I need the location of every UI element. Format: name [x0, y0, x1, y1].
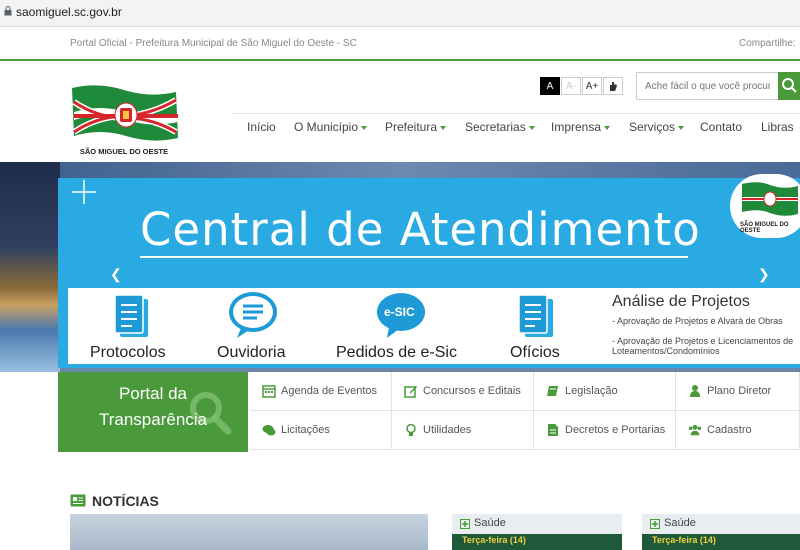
newspaper-icon: [70, 494, 86, 507]
protocol-document-icon[interactable]: [112, 293, 152, 341]
link-cadastro[interactable]: Cadastro: [676, 411, 800, 450]
slider-next-arrow[interactable]: ❯: [758, 266, 770, 283]
nav-contato[interactable]: Contato: [700, 120, 742, 134]
news-section-title: NOTÍCIAS: [92, 493, 159, 509]
calendar-icon: [262, 385, 276, 398]
city-flag-small-icon: [742, 182, 798, 216]
nav-servicos[interactable]: Serviços: [629, 120, 685, 134]
link-concursos-editais[interactable]: Concursos e Editais: [392, 372, 534, 411]
users-icon: [688, 424, 702, 436]
plus-decoration-icon: [72, 180, 96, 204]
link-utilidades[interactable]: Utilidades: [392, 411, 534, 450]
increase-font-button[interactable]: A+: [582, 77, 602, 95]
link-decretos-portarias[interactable]: Decretos e Portarias: [534, 411, 676, 450]
city-flag-logo[interactable]: [68, 82, 180, 157]
chevron-down-icon: [361, 125, 368, 130]
service-ouvidoria[interactable]: Ouvidoria: [217, 344, 285, 362]
oficio-document-icon[interactable]: [515, 293, 559, 341]
slider-prev-arrow[interactable]: ❮: [110, 266, 122, 283]
speech-bubble-icon[interactable]: [227, 290, 279, 340]
search-input[interactable]: [636, 72, 778, 100]
analysis-line-2: - Aprovação de Projetos e Licenciamentos…: [612, 336, 794, 356]
transparency-line-1: Portal da: [118, 384, 188, 403]
hand-sign-icon: [610, 82, 617, 91]
edit-icon: [404, 386, 417, 398]
service-oficios[interactable]: Ofícios: [510, 344, 560, 362]
nav-secretarias[interactable]: Secretarias: [465, 120, 535, 134]
service-pedidos-esic[interactable]: Pedidos de e-Sic: [336, 344, 457, 362]
analysis-line-1: - Aprovação de Projetos e Alvará de Obra…: [612, 316, 783, 326]
news-day: Terça-feira (14): [652, 535, 716, 545]
chevron-down-icon: [678, 125, 685, 130]
book-icon: [547, 386, 558, 396]
news-card[interactable]: Saúde Terça-feira (14): [452, 514, 622, 550]
nav-o-municipio[interactable]: O Município: [294, 120, 368, 134]
news-category: Saúde: [664, 517, 696, 529]
top-info-bar: Portal Oficial - Prefeitura Municipal de…: [0, 27, 800, 61]
logo-caption: SÃO MIGUEL DO OESTE: [79, 147, 169, 156]
link-legislacao[interactable]: Legislação: [534, 372, 676, 411]
browser-address-bar[interactable]: saomiguel.sc.gov.br: [0, 0, 800, 27]
link-licitacoes[interactable]: Licitações: [250, 411, 392, 450]
headline-underline: [140, 256, 688, 258]
chevron-down-icon: [440, 125, 447, 130]
lock-icon: [4, 6, 12, 16]
link-agenda-eventos[interactable]: Agenda de Eventos: [250, 372, 392, 411]
chevron-down-icon: [528, 125, 535, 130]
esic-icon[interactable]: e-SIC: [375, 291, 427, 339]
main-nav: Início O Município Prefeitura Secretaria…: [232, 113, 800, 144]
search-button[interactable]: [778, 72, 800, 100]
news-category: Saúde: [474, 517, 506, 529]
decrease-font-button[interactable]: A-: [561, 77, 581, 95]
address-url[interactable]: saomiguel.sc.gov.br: [16, 5, 122, 19]
user-icon: [690, 385, 700, 397]
share-label[interactable]: Compartilhe:: [739, 38, 796, 49]
plus-icon: [460, 519, 470, 529]
plus-icon: [650, 519, 660, 529]
nav-prefeitura[interactable]: Prefeitura: [385, 120, 447, 134]
portal-official-text: Portal Oficial - Prefeitura Municipal de…: [70, 38, 357, 49]
libras-button[interactable]: [603, 77, 623, 95]
news-day: Terça-feira (14): [462, 535, 526, 545]
search-icon: [782, 78, 797, 93]
transparency-line-2: Transparência: [98, 410, 208, 429]
badge-caption: SÃO MIGUEL DO OESTE: [740, 222, 789, 234]
nav-inicio[interactable]: Início: [247, 120, 276, 134]
link-plano-diretor[interactable]: Plano Diretor: [676, 372, 800, 411]
document-icon: [548, 424, 558, 436]
lightbulb-icon: [406, 423, 416, 436]
high-contrast-button[interactable]: A: [540, 77, 560, 95]
service-protocolos[interactable]: Protocolos: [90, 344, 166, 362]
city-photo-strip: [0, 162, 60, 372]
nav-imprensa[interactable]: Imprensa: [551, 120, 611, 134]
analysis-title[interactable]: Análise de Projetos: [612, 293, 750, 311]
news-card[interactable]: Saúde Terça-feira (14): [642, 514, 800, 550]
nav-libras[interactable]: Libras: [761, 120, 794, 134]
news-featured-image[interactable]: [70, 514, 428, 550]
chevron-down-icon: [604, 125, 611, 130]
banner-headline: Central de Atendimento: [140, 203, 701, 256]
chat-icon: [262, 425, 276, 436]
